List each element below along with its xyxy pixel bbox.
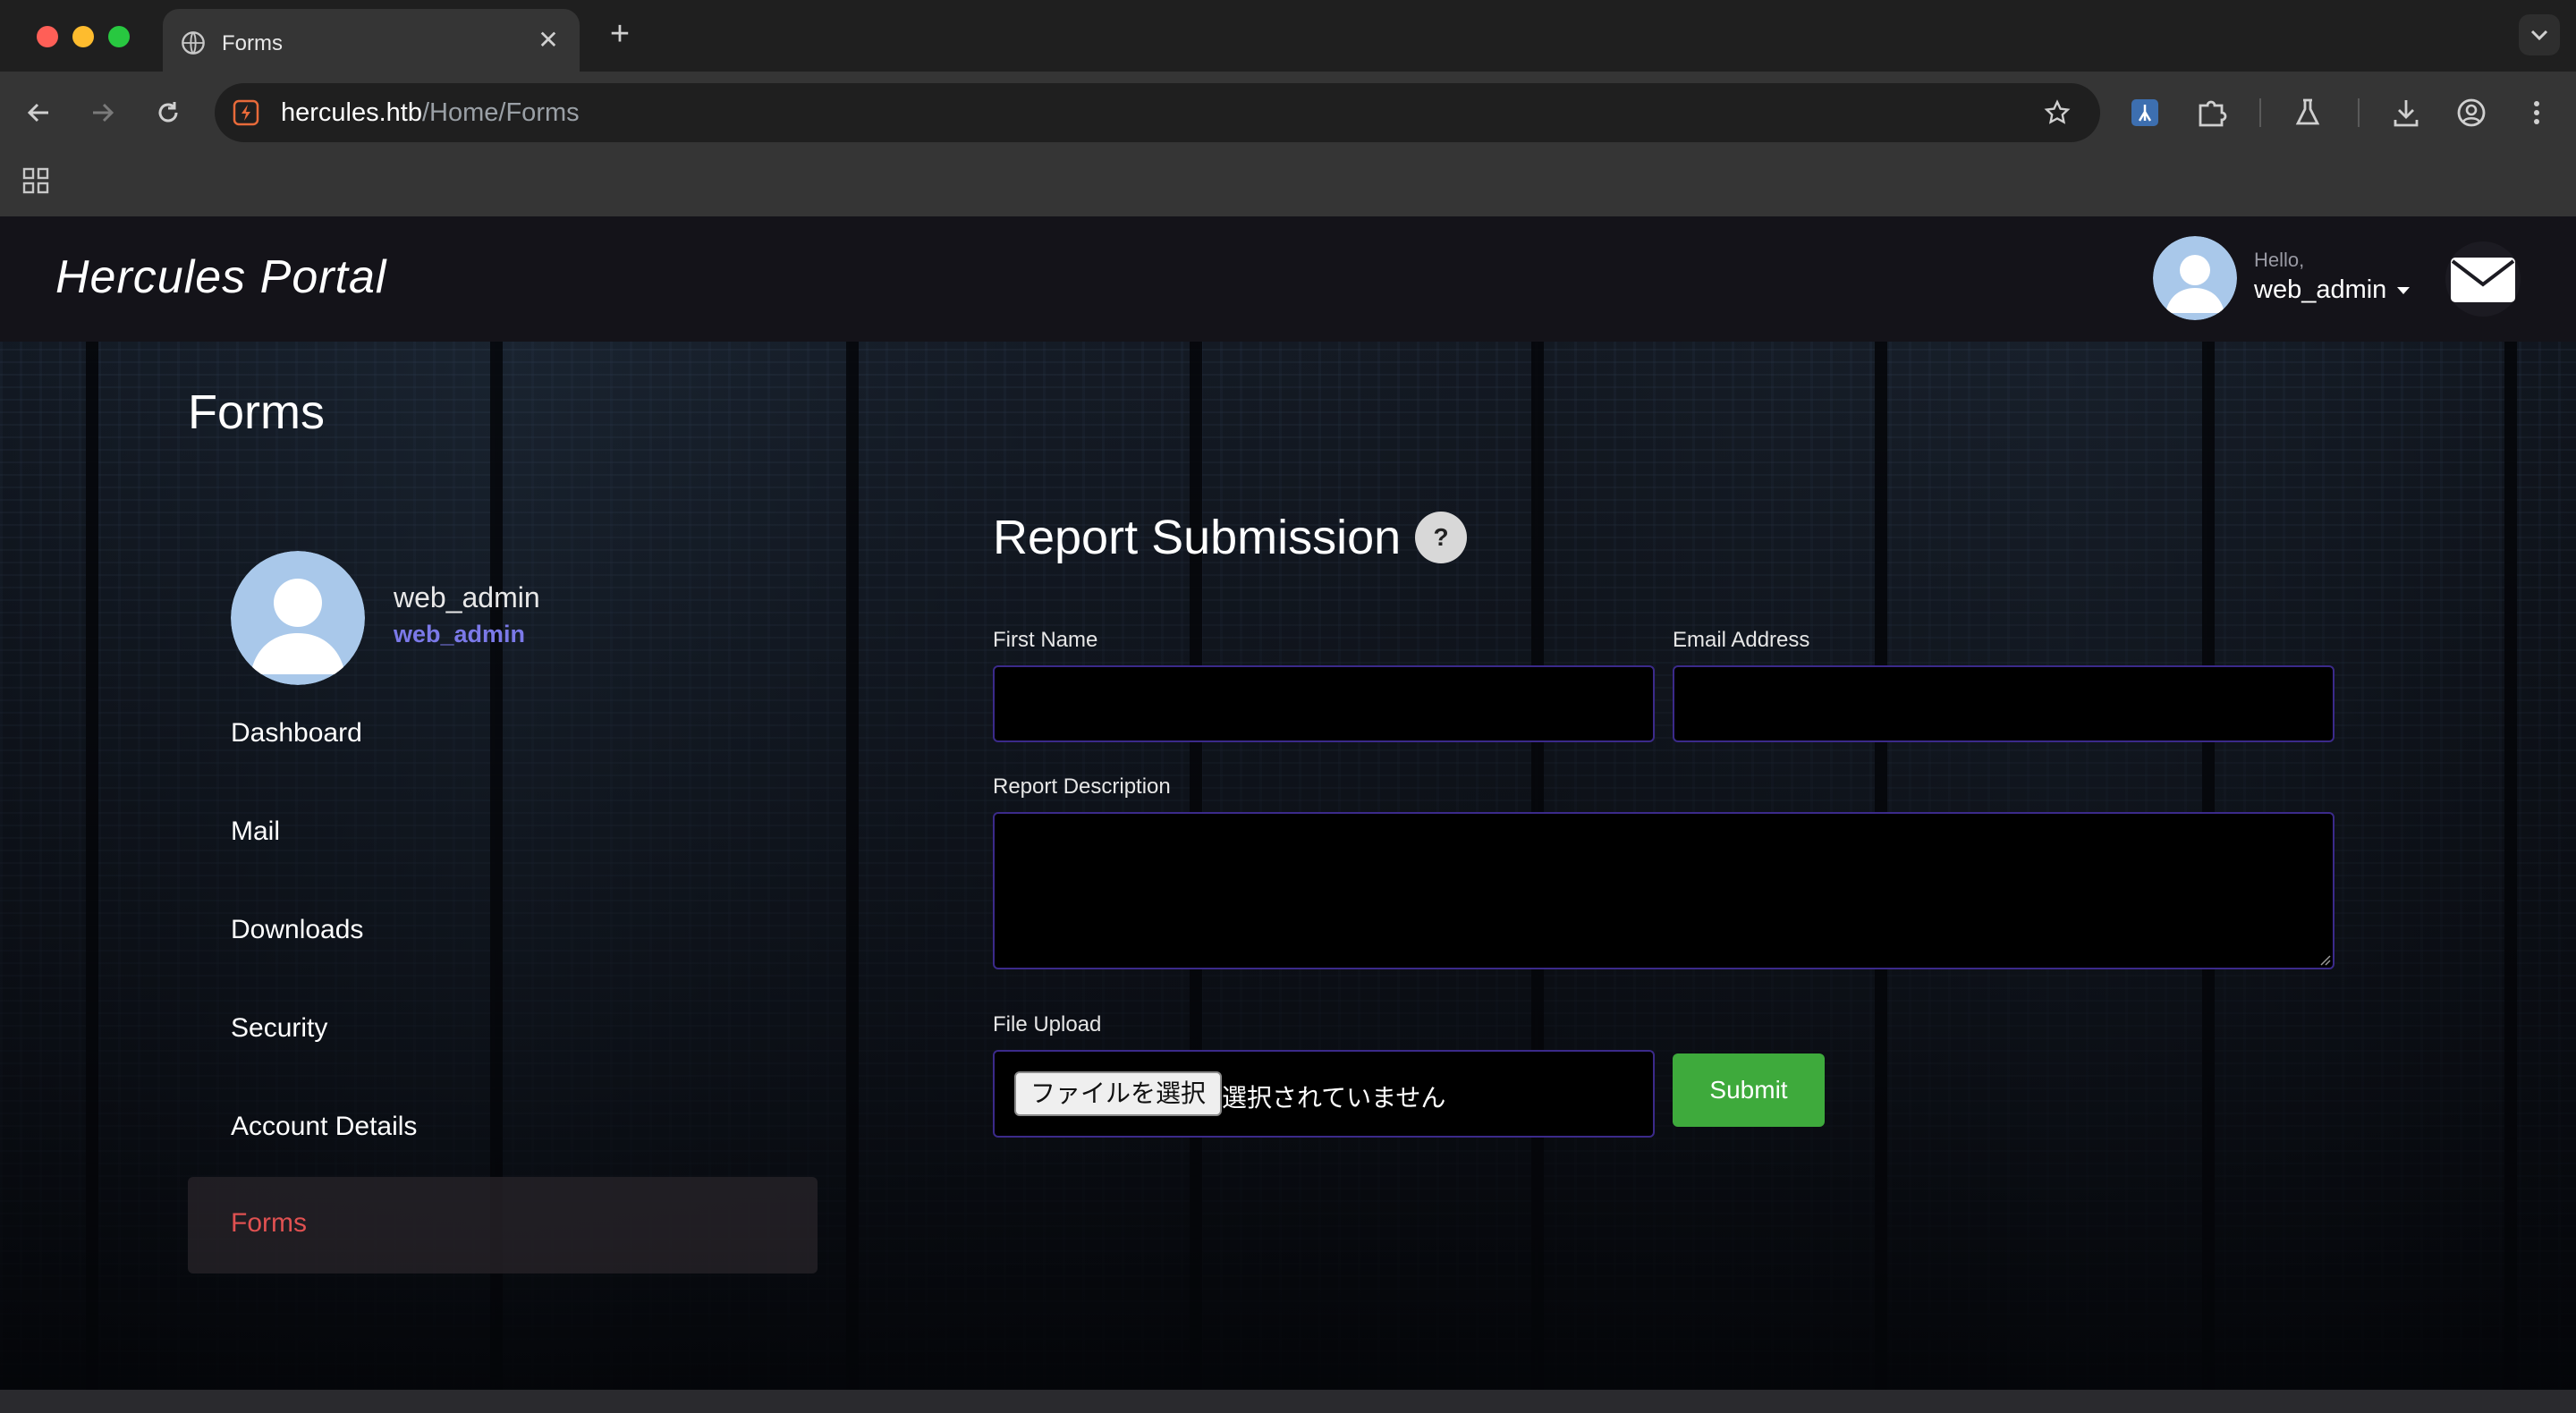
url-text: hercules.htb/Home/Forms bbox=[281, 98, 580, 127]
background-pillar bbox=[2504, 342, 2517, 1390]
sidebar-item-label: Downloads bbox=[231, 915, 364, 944]
browser-tab[interactable]: Forms ✕ bbox=[163, 9, 580, 72]
site-brand[interactable]: Hercules Portal bbox=[55, 250, 386, 304]
bookmarks-bar bbox=[0, 154, 2576, 217]
puzzle-icon[interactable] bbox=[2191, 93, 2231, 132]
back-icon[interactable] bbox=[20, 93, 59, 132]
chevron-down-icon[interactable] bbox=[2397, 287, 2410, 294]
site-info-icon[interactable] bbox=[233, 99, 259, 126]
tab-title: Forms bbox=[222, 31, 283, 55]
bookmark-star-icon[interactable] bbox=[2043, 98, 2072, 127]
globe-icon bbox=[182, 31, 205, 55]
address-bar[interactable]: hercules.htb/Home/Forms bbox=[215, 83, 2100, 142]
labs-flask-icon[interactable] bbox=[2288, 93, 2327, 132]
browser-toolbar: hercules.htb/Home/Forms bbox=[0, 72, 2576, 154]
sidebar-item-label: Forms bbox=[231, 1208, 307, 1238]
header-username[interactable]: web_admin bbox=[2254, 275, 2386, 305]
sidebar-item-label: Account Details bbox=[231, 1112, 418, 1141]
report-description-textarea[interactable] bbox=[993, 812, 2334, 969]
window-close-button[interactable] bbox=[37, 26, 58, 47]
window-zoom-button[interactable] bbox=[108, 26, 130, 47]
report-description-label: Report Description bbox=[993, 774, 1171, 799]
sidebar-item-forms[interactable]: Forms bbox=[188, 1177, 818, 1273]
browser-tabstrip: Forms ✕ + bbox=[0, 0, 2576, 72]
extension-icon[interactable] bbox=[2125, 93, 2165, 132]
tab-search-icon[interactable] bbox=[2519, 14, 2560, 55]
web-page: Hercules Portal Hello, web_admin Forms w… bbox=[0, 216, 2576, 1390]
file-upload-field[interactable]: ファイルを選択 選択されていません bbox=[993, 1050, 1655, 1138]
first-name-input[interactable] bbox=[993, 665, 1655, 742]
email-label: Email Address bbox=[1673, 628, 1810, 652]
choose-file-button[interactable]: ファイルを選択 bbox=[1014, 1071, 1223, 1116]
submit-button[interactable]: Submit bbox=[1673, 1053, 1825, 1127]
download-icon[interactable] bbox=[2386, 93, 2426, 132]
sidebar-user-handle: web_admin bbox=[394, 621, 526, 647]
sidebar-avatar bbox=[231, 551, 365, 685]
header-avatar[interactable] bbox=[2153, 236, 2237, 320]
forward-icon[interactable] bbox=[82, 93, 122, 132]
toolbar-separator bbox=[2358, 98, 2360, 127]
file-status-text: 選択されていません bbox=[1222, 1084, 1446, 1112]
close-tab-icon[interactable]: ✕ bbox=[535, 27, 562, 54]
window-minimize-button[interactable] bbox=[72, 26, 94, 47]
background-pillar bbox=[846, 342, 859, 1390]
sidebar-item-account-details[interactable]: Account Details bbox=[188, 1080, 818, 1177]
toolbar-separator bbox=[2259, 98, 2261, 127]
sidebar-item-downloads[interactable]: Downloads bbox=[188, 884, 818, 980]
sidebar-item-security[interactable]: Security bbox=[188, 982, 818, 1079]
form-title: Report Submission bbox=[993, 511, 1402, 564]
sidebar-item-mail[interactable]: Mail bbox=[188, 785, 818, 882]
first-name-label: First Name bbox=[993, 628, 1098, 652]
header-greeting: Hello, bbox=[2254, 249, 2305, 271]
email-input[interactable] bbox=[1673, 665, 2334, 742]
resize-handle-icon[interactable] bbox=[2318, 953, 2331, 966]
menu-dots-icon[interactable] bbox=[2517, 93, 2556, 132]
reload-icon[interactable] bbox=[148, 93, 188, 132]
mail-button[interactable] bbox=[2445, 241, 2521, 317]
background-pillar bbox=[86, 342, 98, 1390]
page-title: Forms bbox=[188, 385, 325, 439]
page-bottom-bar bbox=[0, 1390, 2576, 1413]
apps-grid-icon[interactable] bbox=[21, 166, 50, 195]
profile-icon[interactable] bbox=[2452, 93, 2491, 132]
help-icon[interactable]: ? bbox=[1415, 512, 1467, 563]
sidebar-item-label: Dashboard bbox=[231, 718, 362, 748]
sidebar-item-label: Mail bbox=[231, 816, 281, 846]
sidebar-user-name: web_admin bbox=[394, 581, 540, 613]
sidebar-item-label: Security bbox=[231, 1013, 328, 1043]
sidebar-item-dashboard[interactable]: Dashboard bbox=[188, 687, 818, 783]
file-upload-label: File Upload bbox=[993, 1012, 1102, 1036]
envelope-icon bbox=[2451, 258, 2515, 302]
site-header: Hercules Portal Hello, web_admin bbox=[0, 216, 2576, 342]
new-tab-icon[interactable]: + bbox=[602, 16, 638, 52]
